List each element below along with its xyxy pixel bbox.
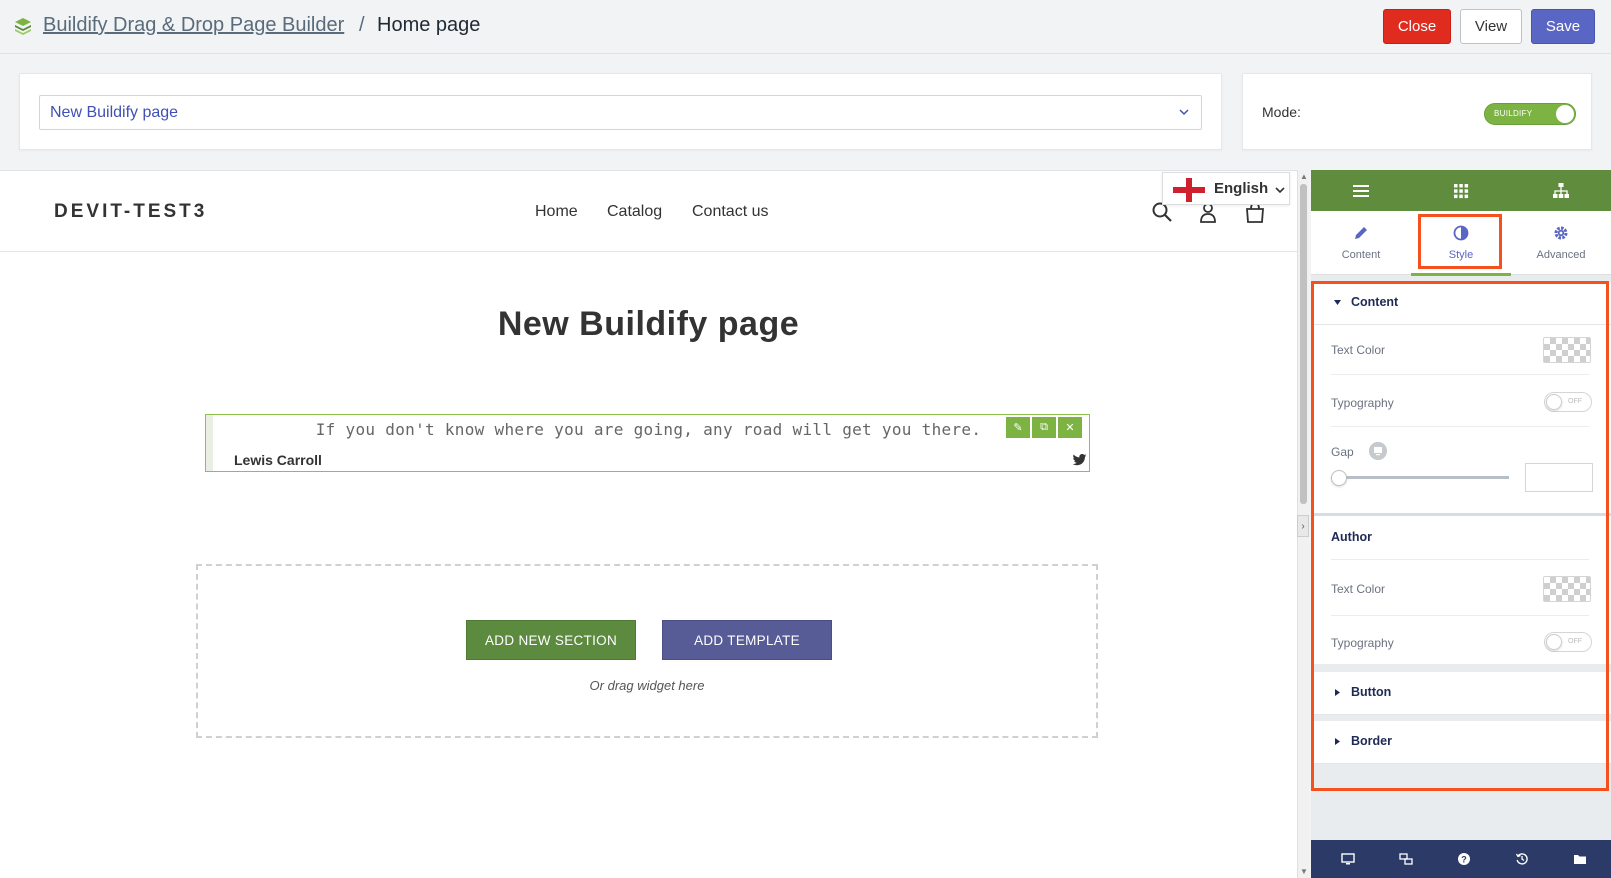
site-brand[interactable]: DEVIT-TEST3 xyxy=(54,201,207,223)
buildify-logo-icon xyxy=(15,18,31,35)
page-select[interactable]: New Buildify page xyxy=(39,95,1202,130)
panel-topbar xyxy=(1311,170,1611,211)
nav-item-home[interactable]: Home xyxy=(535,203,578,221)
mode-card: Mode: BUILDIFY xyxy=(1242,73,1592,150)
nav-item-catalog[interactable]: Catalog xyxy=(607,203,662,221)
widget-toolbar: ✎ ⧉ ✕ xyxy=(1006,417,1082,438)
mode-label: Mode: xyxy=(1262,104,1301,120)
help-icon[interactable]: ? xyxy=(1457,852,1471,866)
breadcrumb-current: Home page xyxy=(377,14,481,36)
drop-hint: Or drag widget here xyxy=(589,678,705,693)
gear-icon xyxy=(1554,226,1568,240)
widgets-grid-icon[interactable] xyxy=(1451,181,1471,201)
tab-advanced[interactable]: Advanced xyxy=(1511,211,1611,275)
desktop-icon[interactable] xyxy=(1341,852,1355,866)
mode-toggle-knob xyxy=(1556,105,1574,123)
site-header: DEVIT-TEST3 Home Catalog Contact us Engl… xyxy=(0,171,1297,252)
remove-icon[interactable]: ✕ xyxy=(1058,417,1082,438)
add-new-section-button[interactable]: ADD NEW SECTION xyxy=(466,620,636,660)
twitter-icon[interactable] xyxy=(1072,453,1087,467)
add-template-button[interactable]: ADD TEMPLATE xyxy=(662,620,832,660)
navigator-icon[interactable] xyxy=(1399,852,1413,866)
breadcrumb-link[interactable]: Buildify Drag & Drop Page Builder xyxy=(43,14,344,37)
scroll-down-icon[interactable]: ▼ xyxy=(1300,867,1308,876)
quote-widget[interactable]: If you don't know where you are going, a… xyxy=(205,414,1090,472)
language-selector[interactable]: English xyxy=(1162,172,1290,205)
folder-icon[interactable] xyxy=(1573,852,1587,866)
edit-icon[interactable]: ✎ xyxy=(1006,417,1030,438)
breadcrumb-separator: / xyxy=(359,14,365,36)
menu-icon[interactable] xyxy=(1351,181,1371,201)
scroll-up-icon[interactable]: ▲ xyxy=(1300,172,1308,181)
language-label: English xyxy=(1214,180,1269,197)
save-button[interactable]: Save xyxy=(1531,9,1595,44)
england-flag-icon xyxy=(1173,178,1205,202)
page-canvas: DEVIT-TEST3 Home Catalog Contact us Engl… xyxy=(0,170,1297,878)
tab-advanced-label: Advanced xyxy=(1536,249,1586,261)
drop-zone[interactable]: ADD NEW SECTION ADD TEMPLATE Or drag wid… xyxy=(196,564,1098,738)
svg-text:?: ? xyxy=(1461,855,1467,865)
history-icon[interactable] xyxy=(1515,852,1529,866)
chevron-down-icon xyxy=(1179,109,1189,116)
quote-text: If you don't know where you are going, a… xyxy=(315,420,982,439)
page-select-value: New Buildify page xyxy=(50,104,179,121)
pencil-icon xyxy=(1355,227,1367,239)
style-tab-highlight xyxy=(1418,214,1502,269)
close-button[interactable]: Close xyxy=(1383,9,1451,44)
chevron-down-icon xyxy=(1275,187,1285,194)
panel-footer: ? xyxy=(1311,840,1611,878)
sitemap-icon[interactable] xyxy=(1551,181,1571,201)
scrollbar-thumb[interactable] xyxy=(1300,184,1307,504)
mode-toggle-text: BUILDIFY xyxy=(1494,109,1533,118)
page-select-card: New Buildify page xyxy=(19,73,1222,150)
tab-content[interactable]: Content xyxy=(1311,211,1411,275)
tab-content-label: Content xyxy=(1341,249,1381,261)
duplicate-icon[interactable]: ⧉ xyxy=(1032,417,1056,438)
style-panel-highlight xyxy=(1311,281,1609,791)
mode-toggle[interactable]: BUILDIFY xyxy=(1484,103,1576,125)
panel-collapse-toggle[interactable]: › xyxy=(1297,515,1309,537)
page-title: New Buildify page xyxy=(497,305,800,343)
nav-item-contact[interactable]: Contact us xyxy=(692,203,768,221)
view-button[interactable]: View xyxy=(1460,9,1522,44)
top-bar: Buildify Drag & Drop Page Builder / Home… xyxy=(0,0,1611,54)
quote-author: Lewis Carroll xyxy=(234,452,322,468)
